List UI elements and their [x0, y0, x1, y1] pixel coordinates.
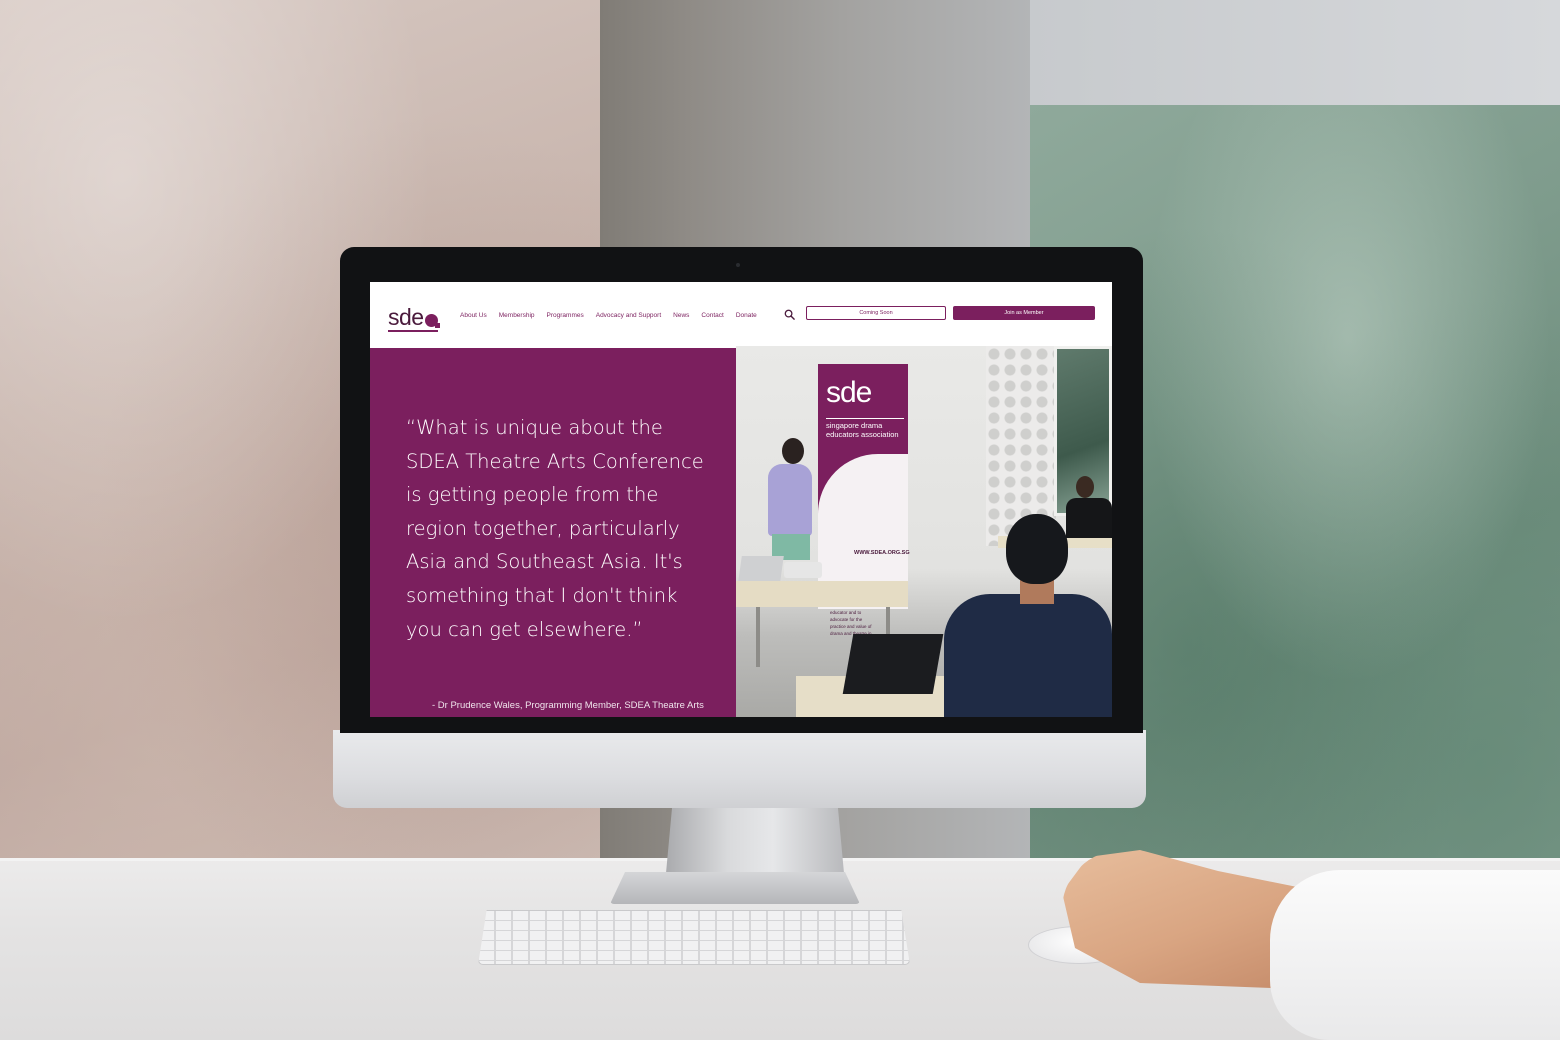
coming-soon-button[interactable]: Coming Soon: [806, 306, 946, 320]
photo-student-body: [1066, 498, 1112, 538]
website-screen: sde About Us Membership Programmes Advoc…: [370, 282, 1112, 717]
main-nav: About Us Membership Programmes Advocacy …: [460, 312, 757, 319]
white-sleeve: [1270, 870, 1560, 1040]
speech-bubble-icon: [424, 314, 440, 328]
photo-front-table: [736, 581, 908, 607]
site-header: sde About Us Membership Programmes Advoc…: [370, 282, 1112, 346]
nav-membership[interactable]: Membership: [499, 312, 535, 319]
quote-attribution: - Dr Prudence Wales, Programming Member,…: [432, 700, 704, 711]
photo-student-laptop: [842, 634, 944, 694]
keyboard: [478, 910, 910, 965]
site-logo[interactable]: sde: [388, 301, 440, 332]
logo-wordmark: sde: [388, 304, 424, 330]
photo-foreground-person-body: [944, 594, 1112, 717]
photo-projector: [784, 562, 822, 578]
photo-foreground-person-head: [1006, 514, 1068, 584]
photo-pullup-banner: sde singapore drama educators associatio…: [818, 364, 910, 636]
photo-presenter-head: [782, 438, 804, 464]
nav-programmes[interactable]: Programmes: [547, 312, 584, 319]
hero-photo: sde singapore drama educators associatio…: [736, 346, 1112, 717]
banner-url: WWW.SDEA.ORG.SG: [854, 550, 910, 556]
join-as-member-button[interactable]: Join as Member: [953, 306, 1095, 320]
nav-donate[interactable]: Donate: [736, 312, 757, 319]
photo-student-head: [1076, 476, 1094, 498]
banner-logo: sde: [826, 376, 872, 409]
background-wall-right: [1030, 0, 1560, 110]
monitor-chin: [333, 730, 1146, 808]
nav-news[interactable]: News: [673, 312, 689, 319]
hero-quote: “What is unique about the SDEA Theatre A…: [406, 416, 704, 641]
banner-subtitle: singapore drama educators association: [826, 418, 904, 439]
nav-advocacy-and-support[interactable]: Advocacy and Support: [596, 312, 661, 319]
search-icon[interactable]: [784, 309, 795, 320]
camera-icon: [736, 263, 740, 267]
monitor-stand-base: [610, 872, 860, 904]
nav-contact[interactable]: Contact: [701, 312, 723, 319]
photo-table-leg: [756, 607, 760, 667]
photo-presenter-body: [768, 464, 812, 536]
nav-about-us[interactable]: About Us: [460, 312, 487, 319]
photo-laptop: [738, 556, 784, 582]
hero-quote-panel: “What is unique about the SDEA Theatre A…: [370, 348, 736, 717]
